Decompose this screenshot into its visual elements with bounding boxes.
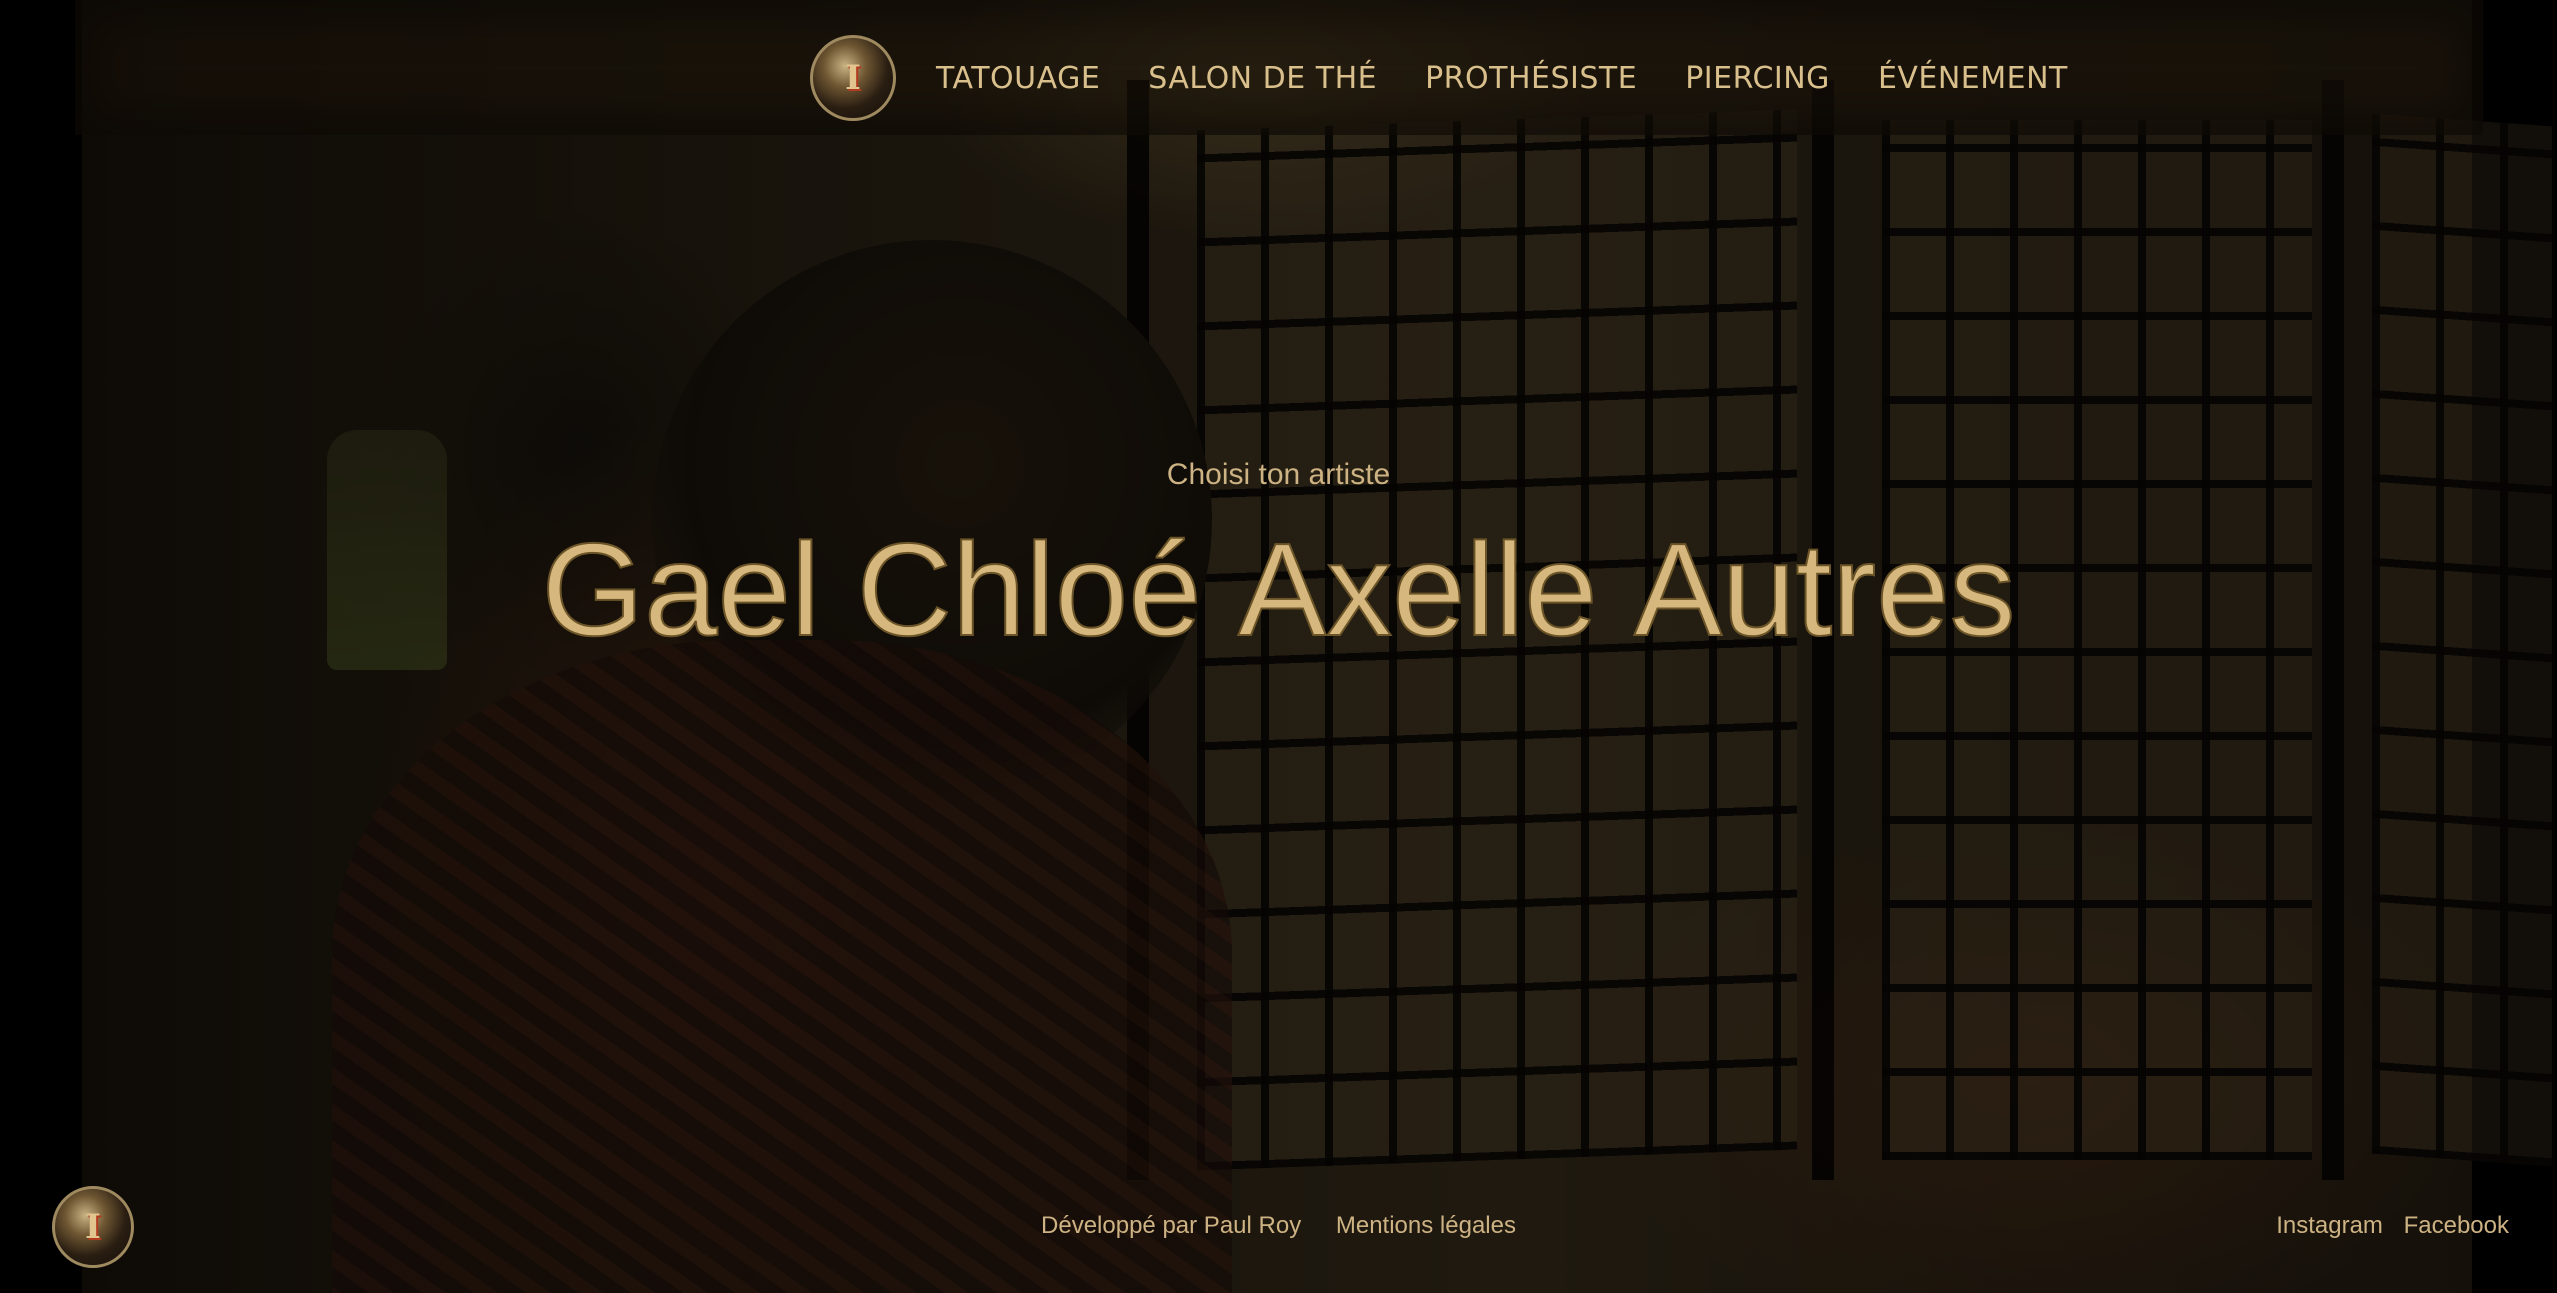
artist-list: Gael Chloé Axelle Autres	[0, 519, 2557, 661]
facebook-link[interactable]: Facebook	[2404, 1212, 2509, 1239]
nav-tatouage[interactable]: TATOUAGE	[936, 61, 1100, 96]
legal-notice-link[interactable]: Mentions légales	[1336, 1212, 1516, 1239]
instagram-link[interactable]: Instagram	[2276, 1212, 2383, 1239]
artist-autres[interactable]: Autres	[1633, 519, 2016, 661]
artist-gael[interactable]: Gael	[540, 519, 821, 661]
nav-salon-de-the[interactable]: SALON DE THÉ	[1148, 61, 1377, 96]
page: I TATOUAGE SALON DE THÉ PROTHÉSISTE PIER…	[0, 0, 2557, 1293]
main-nav: I TATOUAGE SALON DE THÉ PROTHÉSISTE PIER…	[810, 32, 2068, 124]
nav-piercing[interactable]: PIERCING	[1685, 61, 1830, 96]
hero-tagline: Choisi ton artiste	[1166, 458, 1391, 491]
artist-chloe[interactable]: Chloé	[856, 519, 1203, 661]
nav-evenement[interactable]: ÉVÉNEMENT	[1878, 61, 2068, 96]
social-links: Instagram Facebook	[2262, 1212, 2509, 1240]
footer-links: Développé par Paul Roy Mentions légales	[0, 1212, 2557, 1240]
logo[interactable]: I	[810, 35, 896, 121]
developer-credit-link[interactable]: Développé par Paul Roy	[1041, 1212, 1301, 1239]
artist-axelle[interactable]: Axelle	[1237, 519, 1599, 661]
nav-prothesiste[interactable]: PROTHÉSISTE	[1425, 61, 1637, 96]
site-header: I TATOUAGE SALON DE THÉ PROTHÉSISTE PIER…	[75, 0, 2483, 135]
logo-icon: I	[845, 58, 861, 98]
